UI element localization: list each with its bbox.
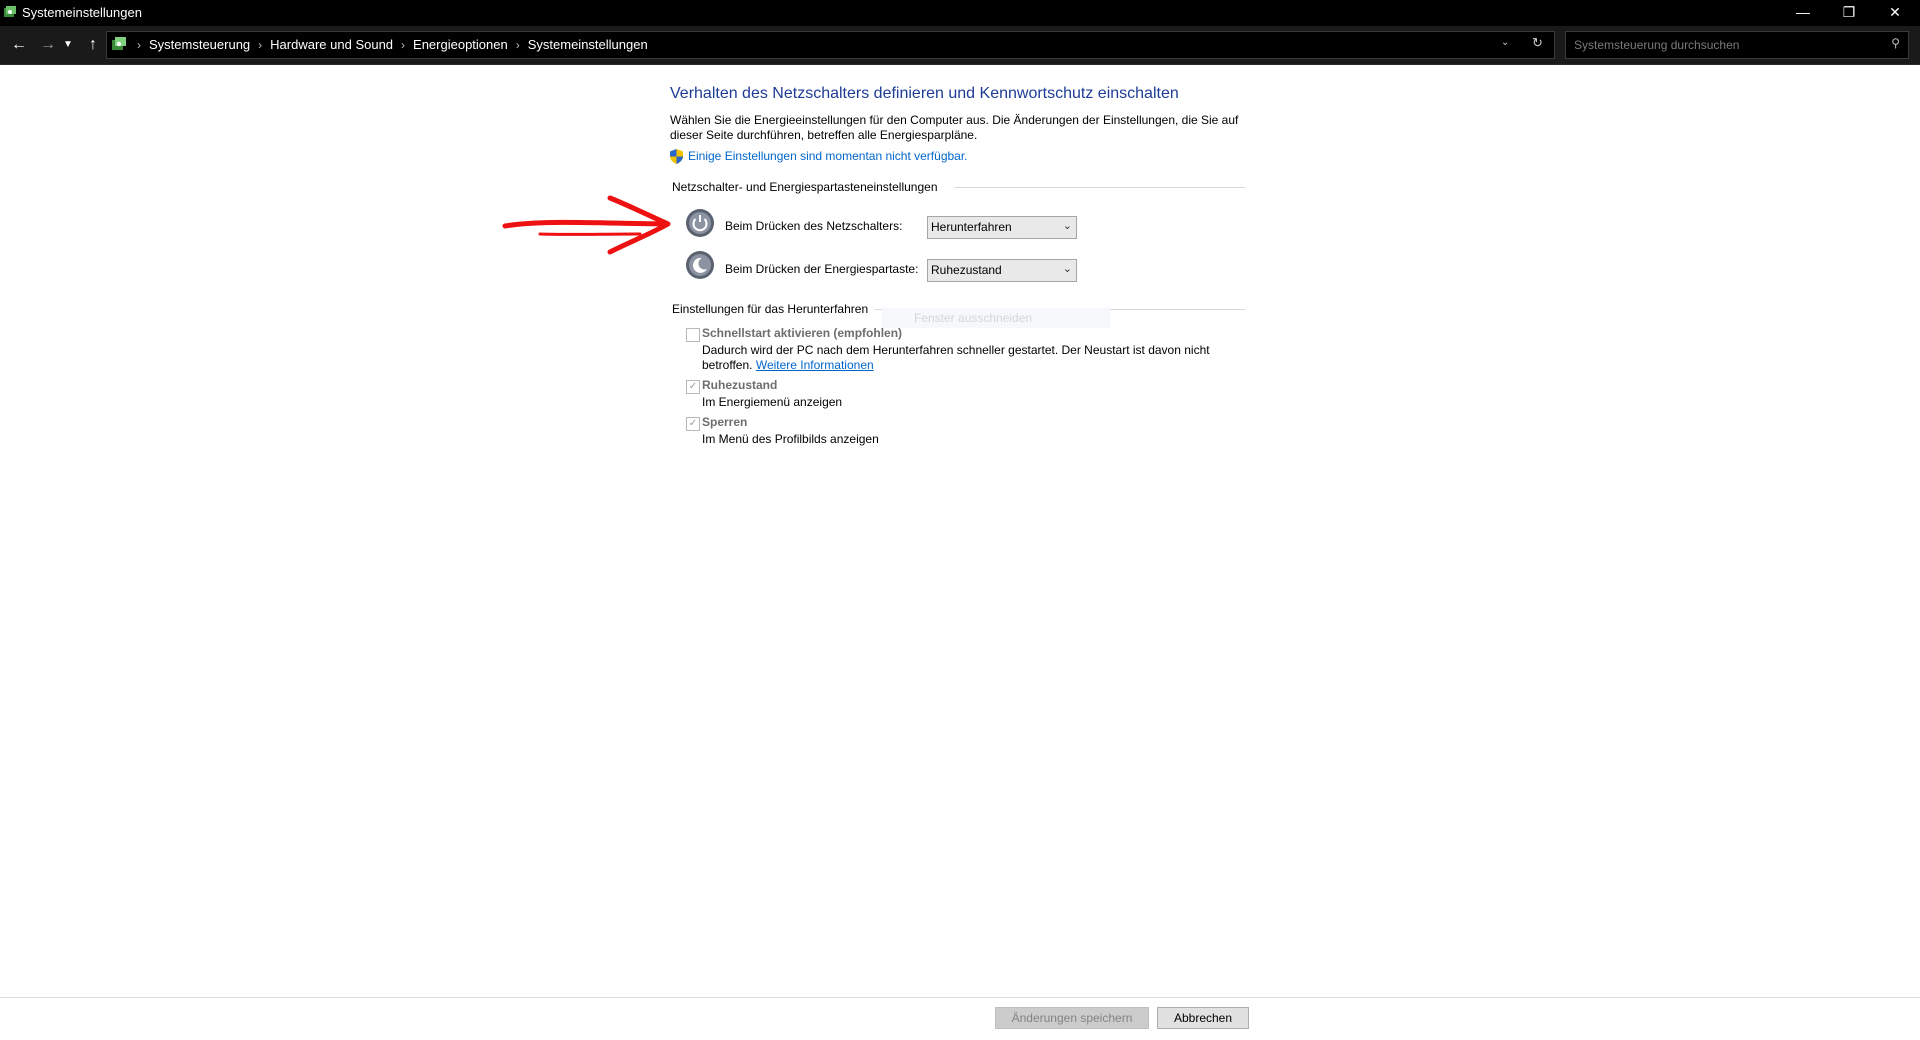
power-section-title: Netzschalter- und Energiespartasteneinst… — [672, 180, 938, 194]
arrow-up-icon[interactable]: ↑ — [82, 34, 104, 56]
cancel-button[interactable]: Abbrechen — [1157, 1007, 1249, 1029]
uac-link[interactable]: Einige Einstellungen sind momentan nicht… — [670, 149, 968, 165]
fast-startup-description: Dadurch wird der PC nach dem Herunterfah… — [702, 343, 1210, 357]
footer-divider — [0, 997, 1920, 998]
main-content: Verhalten des Netzschalters definieren u… — [0, 65, 1920, 997]
chevron-down-icon[interactable]: ▼ — [62, 34, 74, 56]
breadcrumb-item-systemeinstellungen[interactable]: Systemeinstellungen — [528, 37, 648, 52]
power-icon — [686, 209, 714, 237]
power-button-label: Beim Drücken des Netzschalters: — [725, 219, 903, 233]
sleep-button-label: Beim Drücken der Energiespartaste: — [725, 262, 919, 276]
hibernate-description: Im Energiemenü anzeigen — [702, 395, 843, 409]
control-panel-icon — [112, 37, 126, 50]
navigation-bar: ← → ▼ ↑ › Systemsteuerung › Hardware und… — [0, 26, 1920, 65]
lock-checkbox[interactable]: ✓ — [686, 417, 700, 431]
hibernate-label: Ruhezustand — [702, 378, 778, 392]
fast-startup-checkbox[interactable] — [686, 328, 700, 342]
restore-button[interactable]: ❐ — [1826, 0, 1872, 26]
arrow-left-icon[interactable]: ← — [8, 34, 30, 56]
chevron-down-icon: ⌄ — [1062, 220, 1072, 232]
refresh-icon[interactable]: ↻ — [1532, 35, 1543, 51]
ghost-tooltip-text: Fenster ausschneiden — [914, 311, 1033, 325]
page-title: Verhalten des Netzschalters definieren u… — [670, 85, 1179, 102]
uac-link-text[interactable]: Einige Einstellungen sind momentan nicht… — [688, 149, 968, 163]
annotation-arrow — [502, 195, 671, 255]
breadcrumb-item-systemsteuerung[interactable]: Systemsteuerung — [149, 37, 250, 52]
page-description: Wählen Sie die Energieeinstellungen für … — [670, 113, 1239, 142]
breadcrumb-item-hardware-und-sound[interactable]: Hardware und Sound — [270, 37, 393, 52]
search-icon[interactable]: ⚲ — [1891, 36, 1900, 50]
control-panel-icon — [4, 6, 16, 17]
lock-label: Sperren — [702, 415, 748, 429]
minimize-button[interactable]: — — [1780, 0, 1826, 26]
more-info-link[interactable]: Weitere Informationen — [756, 358, 874, 372]
sleep-button-action-value: Ruhezustand — [931, 263, 1002, 277]
shield-icon — [670, 149, 683, 165]
chevron-down-icon: ⌄ — [1062, 263, 1072, 275]
power-button-action-select[interactable]: Herunterfahren ⌄ — [927, 216, 1077, 239]
breadcrumb: › Systemsteuerung › Hardware und Sound ›… — [137, 37, 648, 52]
arrow-right-icon[interactable]: → — [37, 34, 59, 56]
hibernate-checkbox[interactable]: ✓ — [686, 380, 700, 394]
ghost-tooltip: Fenster ausschneiden — [882, 308, 1110, 328]
shutdown-section-title: Einstellungen für das Herunterfahren — [672, 302, 869, 316]
lock-description: Im Menü des Profilbilds anzeigen — [702, 432, 879, 446]
search-input[interactable]: Systemsteuerung durchsuchen ⚲ — [1565, 31, 1909, 59]
power-button-action-value: Herunterfahren — [931, 220, 1012, 234]
window-title: Systemeinstellungen — [22, 5, 142, 20]
address-bar[interactable]: › Systemsteuerung › Hardware und Sound ›… — [106, 31, 1555, 59]
address-history-dropdown-icon[interactable]: ⌄ — [1501, 37, 1509, 48]
title-bar: Systemeinstellungen — ❐ ✕ — [0, 0, 1920, 26]
moon-icon — [686, 251, 714, 279]
fast-startup-label: Schnellstart aktivieren (empfohlen) — [702, 326, 903, 340]
search-placeholder: Systemsteuerung durchsuchen — [1574, 38, 1740, 52]
section-divider — [954, 187, 1245, 188]
fast-startup-description-line2: betroffen. Weitere Informationen — [702, 358, 874, 372]
breadcrumb-item-energieoptionen[interactable]: Energieoptionen — [413, 37, 508, 52]
sleep-button-action-select[interactable]: Ruhezustand ⌄ — [927, 259, 1077, 282]
close-button[interactable]: ✕ — [1872, 0, 1918, 26]
save-button[interactable]: Änderungen speichern — [995, 1007, 1149, 1029]
